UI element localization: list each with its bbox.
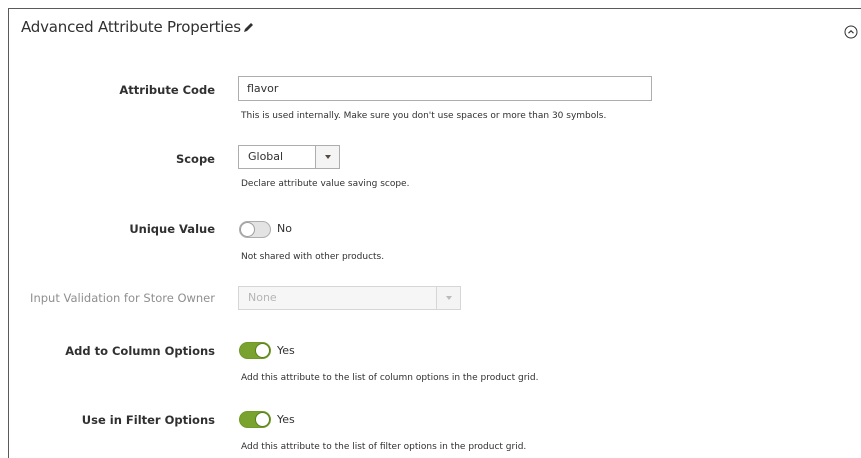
scope-label: Scope xyxy=(175,152,215,166)
toggle-knob xyxy=(255,343,270,358)
toggle-knob xyxy=(255,412,270,427)
use-in-filter-options-state: Yes xyxy=(277,413,295,426)
use-in-filter-options-label: Use in Filter Options xyxy=(81,413,215,427)
section-title[interactable]: Advanced Attribute Properties xyxy=(21,18,241,36)
pencil-icon[interactable] xyxy=(242,21,255,34)
unique-value-label: Unique Value xyxy=(129,222,215,236)
input-validation-label: Input Validation for Store Owner xyxy=(30,291,215,305)
add-to-column-options-note: Add this attribute to the list of column… xyxy=(241,373,539,383)
collapse-circle-icon[interactable] xyxy=(844,25,858,39)
scope-select-value: Global xyxy=(248,150,284,163)
add-to-column-options-state: Yes xyxy=(277,344,295,357)
use-in-filter-options-note: Add this attribute to the list of filter… xyxy=(241,442,527,452)
scope-select[interactable]: Global xyxy=(238,145,340,169)
unique-value-note: Not shared with other products. xyxy=(241,252,385,262)
attribute-code-input[interactable]: flavor xyxy=(238,76,652,101)
unique-value-toggle[interactable] xyxy=(239,221,271,238)
caret-down-icon xyxy=(315,146,339,168)
caret-down-icon xyxy=(436,287,460,309)
add-to-column-options-label: Add to Column Options xyxy=(65,344,215,358)
attribute-code-label: Attribute Code xyxy=(119,83,215,97)
input-validation-select[interactable]: None xyxy=(238,286,461,310)
use-in-filter-options-toggle[interactable] xyxy=(239,411,271,428)
toggle-knob xyxy=(240,222,255,237)
unique-value-state: No xyxy=(277,222,292,235)
add-to-column-options-toggle[interactable] xyxy=(239,342,271,359)
scope-note: Declare attribute value saving scope. xyxy=(241,179,410,189)
input-validation-value: None xyxy=(248,291,277,304)
attribute-code-note: This is used internally. Make sure you d… xyxy=(241,111,607,121)
